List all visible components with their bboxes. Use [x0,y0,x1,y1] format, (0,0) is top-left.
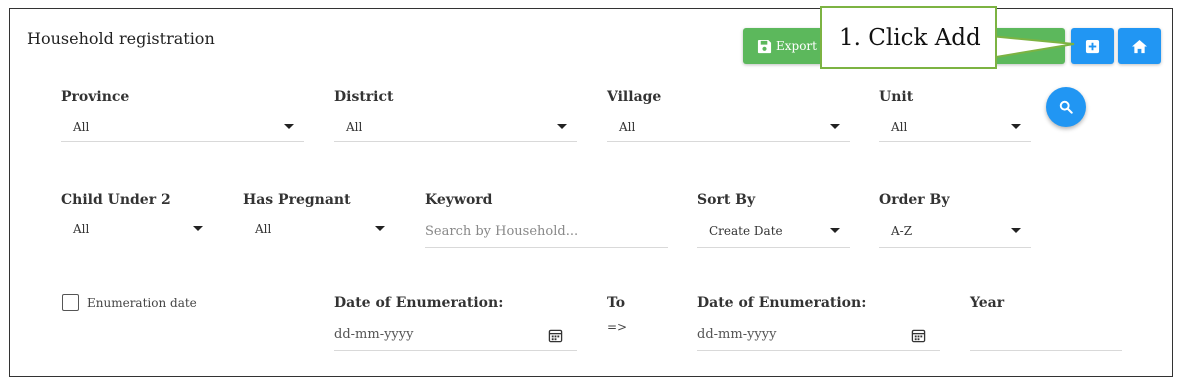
callout-text: 1. Click Add [839,24,981,51]
home-button[interactable] [1118,28,1161,64]
chevron-down-icon [1011,228,1021,233]
child-under-2-label: Child Under 2 [61,192,171,208]
province-select[interactable]: All [61,112,304,142]
date-to-input[interactable]: dd-mm-yyyy [697,319,940,351]
has-pregnant-select[interactable]: All [243,214,395,244]
unit-label: Unit [879,89,914,105]
keyword-label: Keyword [425,192,493,208]
date-to-placeholder: dd-mm-yyyy [697,327,777,342]
date-from-label: Date of Enumeration: [334,295,504,311]
order-by-label: Order By [879,192,950,208]
instruction-callout: 1. Click Add [820,6,997,69]
chevron-down-icon [284,124,294,129]
page-title: Household registration [27,29,215,48]
district-label: District [334,89,394,105]
village-select[interactable]: All [607,112,850,142]
search-icon [1059,100,1073,114]
child-under-2-select[interactable]: All [61,214,213,244]
sort-by-value: Create Date [709,223,783,238]
district-value: All [346,119,363,134]
to-label: To [607,295,626,311]
date-to-label: Date of Enumeration: [697,295,867,311]
unit-value: All [891,119,908,134]
child-under-2-value: All [73,222,90,236]
order-by-value: A-Z [891,223,913,238]
order-by-select[interactable]: A-Z [879,214,1031,248]
calendar-icon[interactable] [911,328,926,343]
village-value: All [619,119,636,134]
year-input[interactable] [970,319,1122,351]
has-pregnant-value: All [255,222,272,236]
keyword-placeholder: Search by Household... [425,224,579,239]
search-button[interactable] [1046,87,1086,127]
year-label: Year [970,295,1005,311]
has-pregnant-label: Has Pregnant [243,192,351,208]
village-label: Village [607,89,662,105]
to-arrow: => [607,320,628,334]
province-value: All [73,119,90,134]
keyword-input[interactable]: Search by Household... [425,216,668,248]
chevron-down-icon [1011,124,1021,129]
sort-by-label: Sort By [697,192,756,208]
chevron-down-icon [830,228,840,233]
callout-pointer [990,34,1075,60]
province-label: Province [61,89,130,105]
chevron-down-icon [375,226,385,231]
enumeration-date-checkbox[interactable] [62,294,79,311]
date-from-placeholder: dd-mm-yyyy [334,327,414,342]
plus-square-icon [1085,39,1100,53]
chevron-down-icon [830,124,840,129]
district-select[interactable]: All [334,112,577,142]
sort-by-select[interactable]: Create Date [697,214,850,248]
calendar-icon[interactable] [548,328,563,343]
chevron-down-icon [193,226,203,231]
enumeration-date-checkbox-label: Enumeration date [87,296,197,310]
home-icon [1132,39,1147,53]
floppy-disk-icon [757,39,772,53]
chevron-down-icon [557,124,567,129]
unit-select[interactable]: All [879,112,1031,142]
date-from-input[interactable]: dd-mm-yyyy [334,319,577,351]
